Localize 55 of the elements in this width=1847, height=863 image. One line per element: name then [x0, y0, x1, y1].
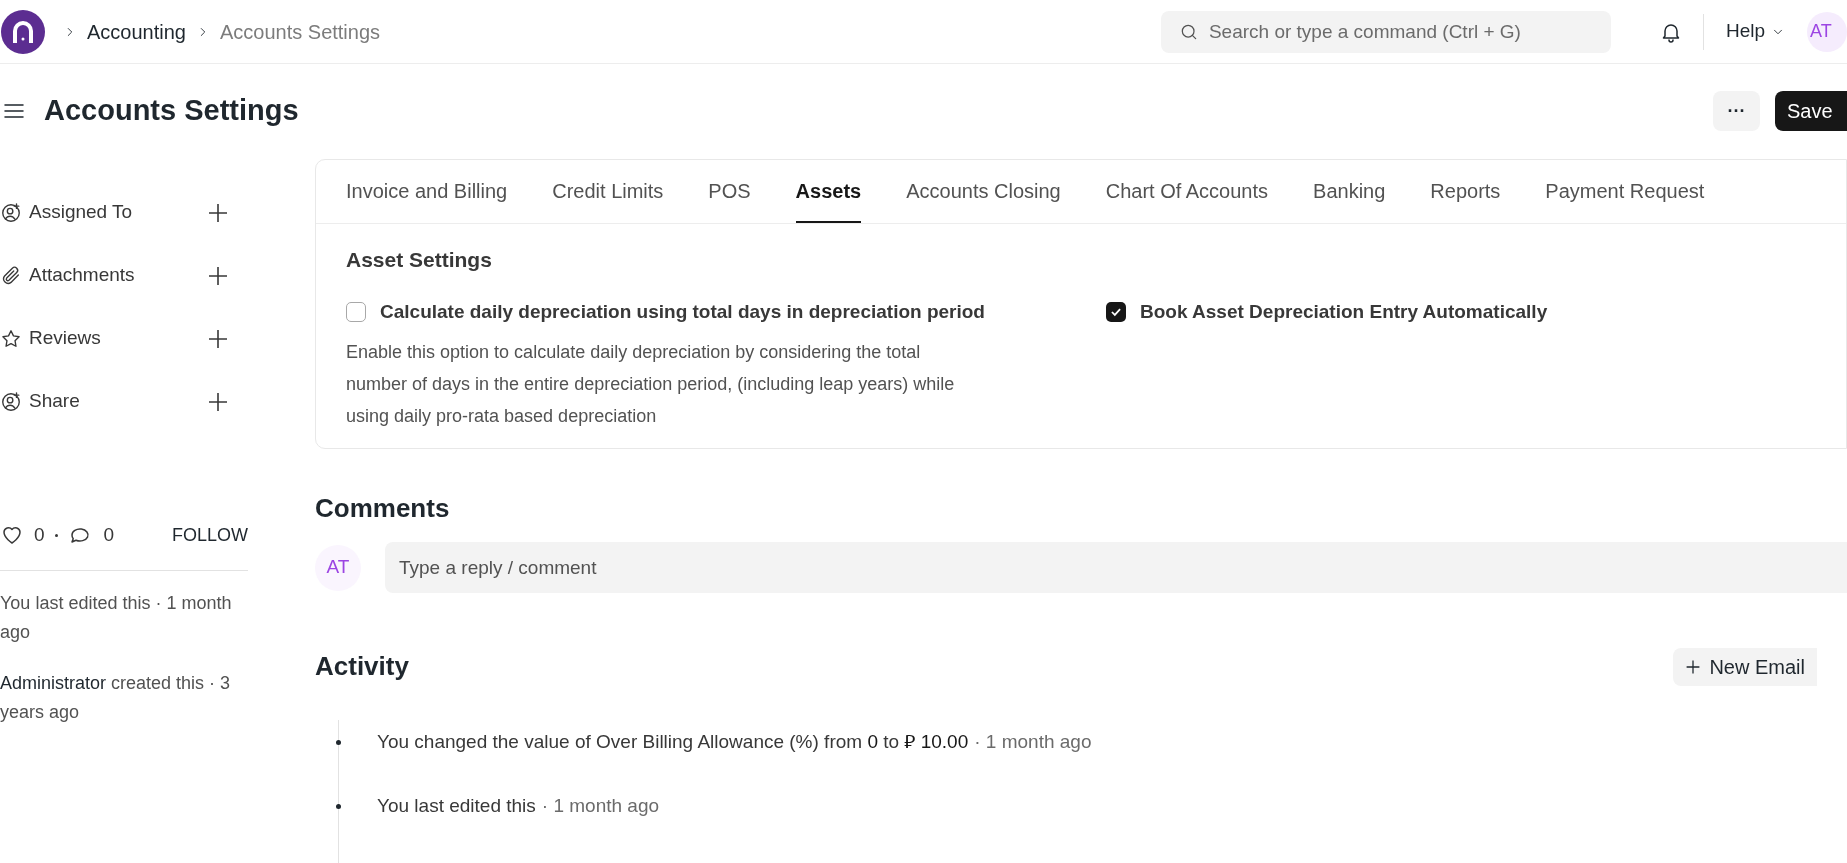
plus-icon — [208, 328, 228, 349]
app-logo[interactable] — [1, 9, 45, 54]
user-plus-icon — [0, 201, 22, 224]
field-description: Enable this option to calculate daily depreciation by considering the total number of days in the entire depreciation period, (including leap years) while using daily pro-rata based depreciation — [346, 341, 956, 428]
tab[interactable]: Banking — [1313, 160, 1386, 223]
breadcrumb-link[interactable]: Accounts Settings — [219, 16, 381, 47]
more-button[interactable]: ··· — [1713, 91, 1760, 131]
user-avatar[interactable]: AT — [1807, 11, 1847, 52]
activity-text: You last edited this — [377, 793, 536, 818]
activity-note: You last edited this · 1 month ago — [0, 592, 233, 644]
tab[interactable]: Chart Of Accounts — [1105, 160, 1269, 223]
plus-icon — [208, 391, 228, 412]
sidebar-item[interactable]: Share — [29, 387, 80, 416]
search-field[interactable]: Search or type a command (Ctrl + G) — [1160, 10, 1611, 53]
tab[interactable]: Assets — [795, 160, 862, 223]
checkbox-label: Book Asset Depreciation Entry Automatically — [1140, 299, 1548, 324]
checkbox[interactable] — [346, 301, 366, 322]
star-icon — [0, 327, 22, 350]
user-plus-icon — [0, 390, 22, 413]
like-count: 0 — [34, 522, 45, 547]
tab[interactable]: Accounts Closing — [906, 160, 1061, 223]
activity-time: · 1 month ago — [974, 729, 1092, 754]
paperclip-icon — [0, 264, 22, 287]
add-button[interactable] — [208, 265, 228, 286]
page-title: Accounts Settings — [44, 93, 299, 129]
add-button[interactable] — [208, 328, 228, 349]
tab[interactable]: Reports — [1430, 160, 1501, 223]
sidebar-item[interactable]: Assigned To — [29, 198, 133, 227]
add-button[interactable] — [208, 391, 228, 412]
new-email-button[interactable]: New Email — [1673, 647, 1817, 686]
plus-icon — [1685, 658, 1702, 675]
activity-note: Administrator created this · 3 years ago — [0, 672, 232, 724]
follow-button[interactable]: FOLLOW — [172, 521, 248, 549]
tab[interactable]: Invoice and Billing — [346, 160, 508, 223]
save-button[interactable]: Save — [1775, 91, 1847, 131]
sidebar-item[interactable]: Attachments — [29, 261, 135, 290]
activity-text: You changed the value of Over Billing Allowance (%) from 0 to ⃁ 10.00 — [377, 729, 969, 754]
activity-time: · 1 month ago — [541, 793, 660, 818]
plus-icon — [208, 265, 228, 286]
user-avatar: AT — [315, 544, 361, 591]
add-button[interactable] — [208, 202, 228, 223]
sidebar-item[interactable]: Reviews — [29, 324, 101, 353]
section-heading: Comments — [315, 492, 451, 525]
section-title: Asset Settings — [346, 247, 493, 273]
tab[interactable]: Payment Request — [1545, 160, 1705, 223]
help-menu[interactable]: Help — [1725, 17, 1785, 46]
comment-field[interactable]: Type a reply / comment — [385, 542, 1847, 593]
tab[interactable]: POS — [708, 160, 751, 223]
plus-icon — [208, 202, 228, 223]
comment-count: 0 — [103, 522, 115, 547]
section-heading: Activity — [315, 650, 409, 683]
checkbox-label: Calculate daily depreciation using total days in depreciation period — [380, 299, 985, 324]
tab[interactable]: Credit Limits — [552, 160, 664, 223]
checkbox[interactable] — [1106, 301, 1126, 322]
breadcrumb-link[interactable]: Accounting — [87, 16, 186, 47]
